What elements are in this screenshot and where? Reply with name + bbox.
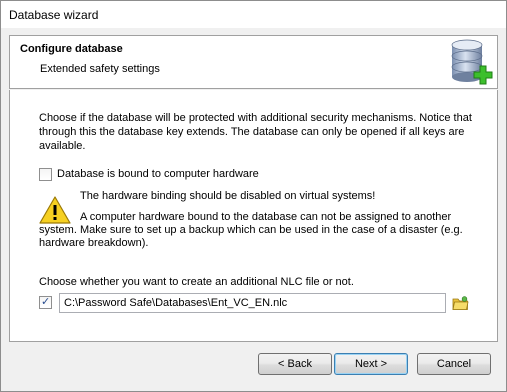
header-title: Configure database [20,43,123,55]
database-add-icon [451,39,493,85]
wizard-header: Configure database Extended safety setti… [9,35,498,89]
warning-line-2: A computer hardware bound to the databas… [39,211,463,249]
nlc-path-input[interactable] [59,293,446,313]
folder-icon[interactable] [452,295,469,311]
next-button[interactable]: Next > [334,353,408,375]
warning-line-1: The hardware binding should be disabled … [80,190,376,202]
intro-text: Choose if the database will be protected… [39,112,472,152]
window-title: Database wizard [9,8,99,22]
nlc-instruction: Choose whether you want to create an add… [39,276,354,288]
header-subtitle: Extended safety settings [40,63,160,75]
back-button[interactable]: < Back [258,353,332,375]
hardware-binding-checkbox[interactable] [39,168,52,181]
hardware-binding-label[interactable]: Database is bound to computer hardware [57,168,259,180]
cancel-button[interactable]: Cancel [417,353,491,375]
nlc-checkbox[interactable] [39,295,52,309]
database-wizard-window: Database wizard Configure database Exten… [0,0,507,392]
wizard-body: Choose if the database will be protected… [9,90,498,342]
title-bar: Database wizard [1,1,506,28]
